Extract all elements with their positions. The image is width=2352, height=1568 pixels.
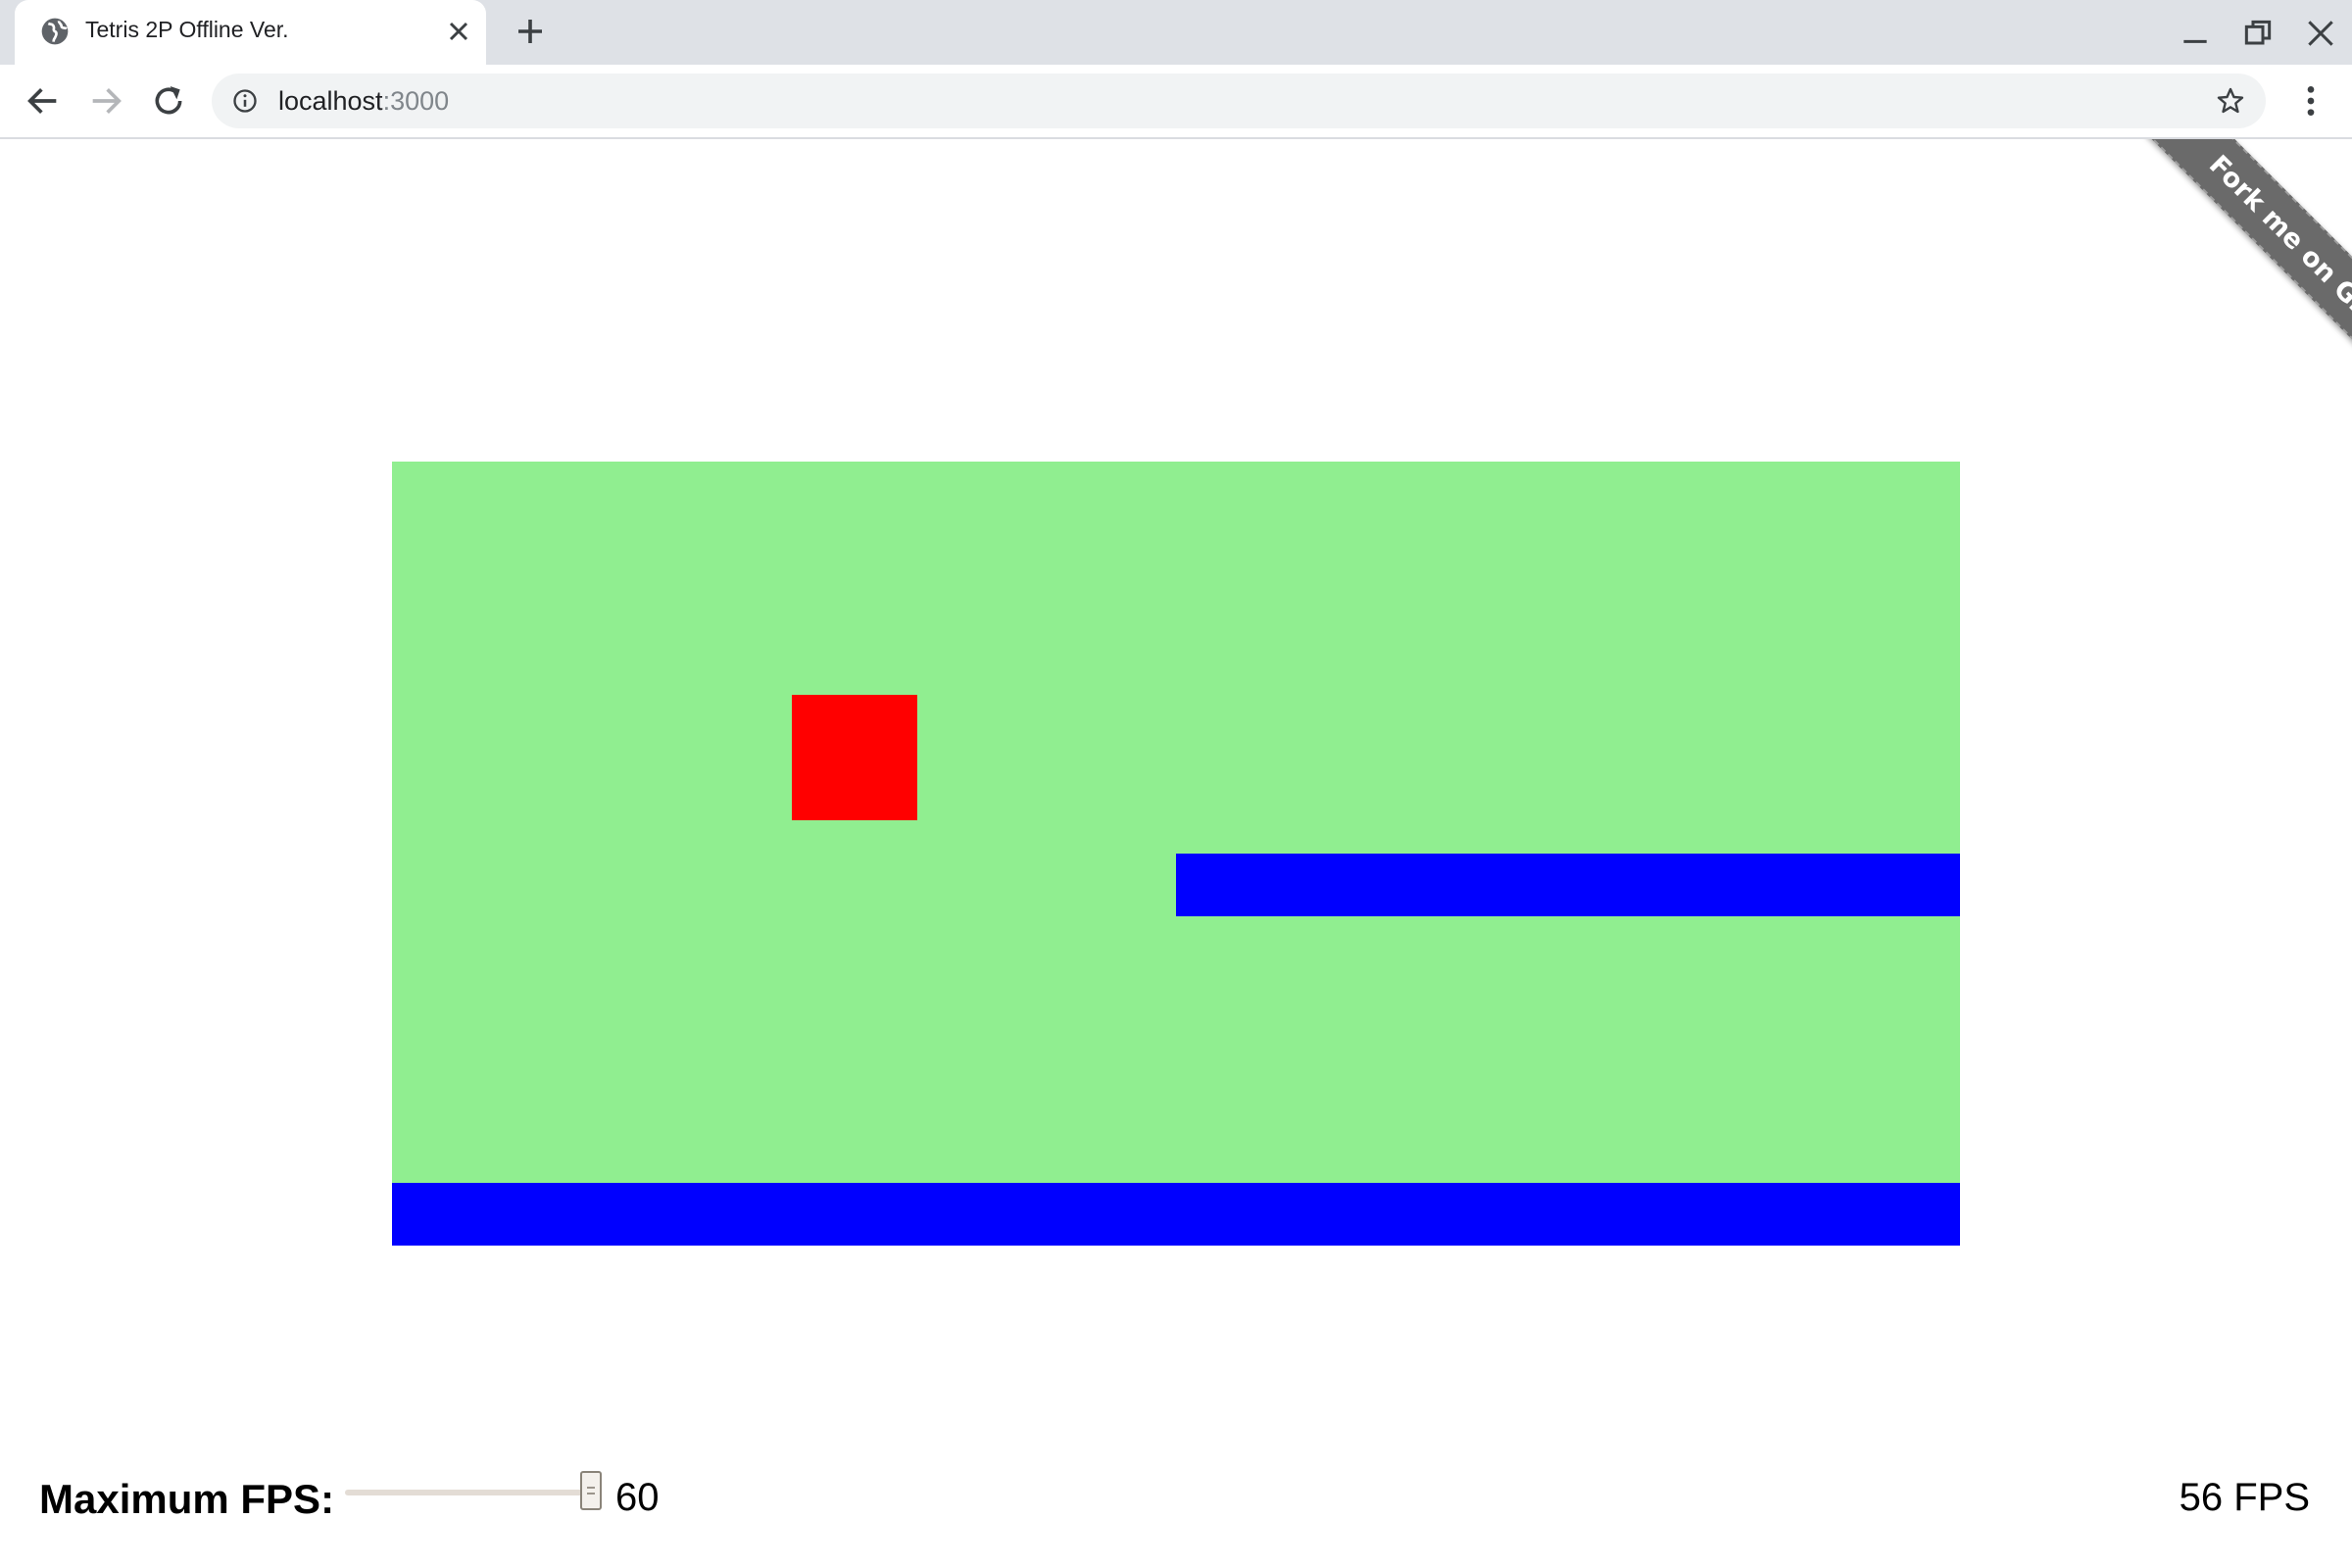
blue-bar-middle <box>1176 854 1960 916</box>
address-bar[interactable]: localhost:3000 <box>212 74 2266 128</box>
url-host: localhost <box>278 86 383 116</box>
kebab-menu-icon[interactable] <box>2291 81 2330 121</box>
red-square-block <box>792 695 917 820</box>
new-tab-icon[interactable] <box>513 14 548 49</box>
restore-icon[interactable] <box>2238 14 2278 53</box>
globe-icon <box>41 18 69 45</box>
tab-title: Tetris 2P Offline Ver. <box>85 17 289 42</box>
forward-arrow-icon[interactable] <box>86 81 125 121</box>
browser-toolbar: localhost:3000 <box>0 65 2352 139</box>
page-content: Fork me on GitHub <box>0 139 2352 1568</box>
browser-tab[interactable]: Tetris 2P Offline Ver. <box>15 0 486 65</box>
slider-track[interactable] <box>345 1490 600 1495</box>
slider-thumb[interactable] <box>580 1471 602 1510</box>
current-fps-readout: 56 FPS <box>2179 1476 2310 1519</box>
url-port: :3000 <box>382 86 450 116</box>
close-tab-icon[interactable] <box>443 16 474 47</box>
reload-icon[interactable] <box>149 81 188 121</box>
minimize-icon[interactable] <box>2176 14 2215 53</box>
maximum-fps-label: Maximum FPS: <box>39 1476 335 1522</box>
url-text[interactable]: localhost:3000 <box>278 86 449 117</box>
close-window-icon[interactable] <box>2301 14 2340 53</box>
max-fps-value: 60 <box>615 1476 660 1519</box>
info-icon[interactable] <box>231 87 259 115</box>
bookmark-star-icon[interactable] <box>2215 85 2246 117</box>
game-board <box>392 462 1960 1246</box>
github-ribbon-container: Fork me on GitHub <box>2087 139 2352 404</box>
fork-on-github-ribbon[interactable]: Fork me on GitHub <box>2146 139 2352 404</box>
back-arrow-icon[interactable] <box>24 81 63 121</box>
tab-strip: Tetris 2P Offline Ver. <box>0 0 2352 65</box>
blue-bar-bottom <box>392 1183 1960 1246</box>
max-fps-slider[interactable] <box>345 1470 602 1519</box>
